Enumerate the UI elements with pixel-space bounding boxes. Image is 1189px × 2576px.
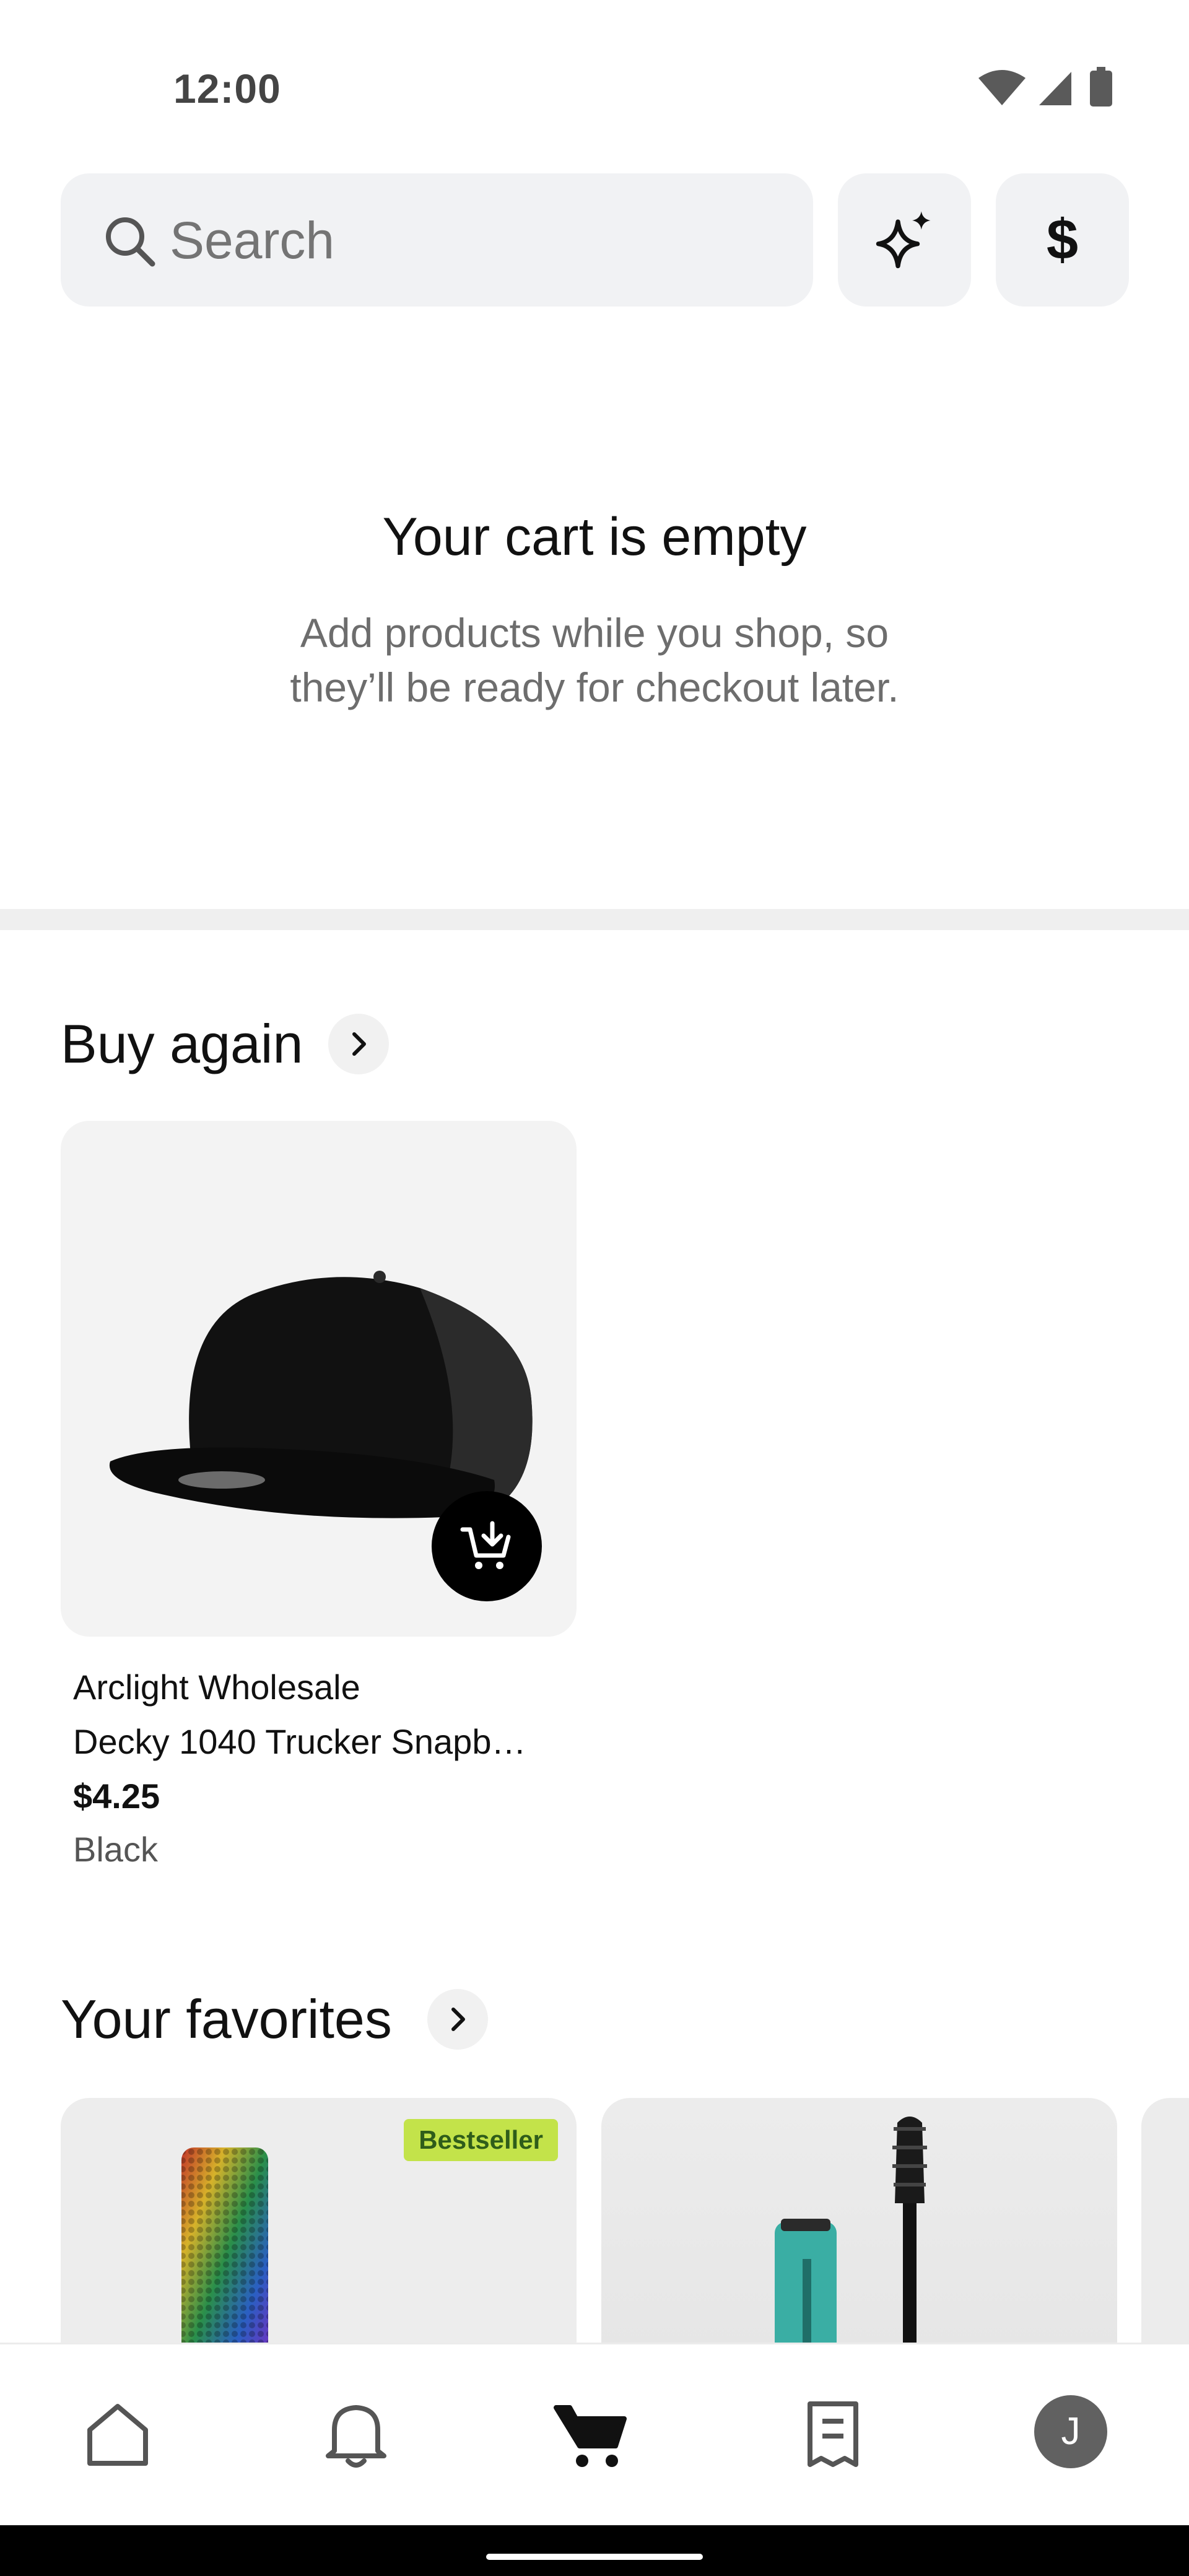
chevron-right-icon bbox=[352, 1032, 366, 1056]
favorite-card[interactable]: Bestseller bbox=[61, 2098, 577, 2358]
empty-cart-title: Your cart is empty bbox=[382, 507, 807, 567]
add-to-cart-icon bbox=[460, 1521, 511, 1569]
section-divider bbox=[0, 909, 1189, 930]
empty-cart-description: Add products while you shop, so they’ll … bbox=[0, 606, 1189, 715]
mascara-image bbox=[775, 2117, 927, 2358]
system-gesture-bar bbox=[0, 2525, 1189, 2576]
magnetic-balls-image bbox=[181, 2147, 268, 2358]
empty-cart-description-line2: they’ll be ready for checkout later. bbox=[290, 664, 899, 710]
ai-assistant-button[interactable] bbox=[838, 173, 971, 307]
currency-label: $ bbox=[1046, 208, 1079, 271]
home-gesture-handle[interactable] bbox=[486, 2554, 703, 2560]
orders-icon bbox=[808, 2401, 858, 2467]
avatar-initial: J bbox=[1061, 2410, 1081, 2453]
bell-icon bbox=[326, 2405, 386, 2468]
battery-icon bbox=[1090, 71, 1112, 107]
favorites-title[interactable]: Your favorites bbox=[61, 1988, 392, 2051]
buy-again-arrow-button[interactable] bbox=[328, 1014, 389, 1074]
add-to-cart-button[interactable] bbox=[432, 1491, 542, 1601]
nav-notifications[interactable] bbox=[316, 2394, 396, 2474]
nav-profile-avatar[interactable]: J bbox=[1034, 2395, 1107, 2468]
favorites-arrow-button[interactable] bbox=[427, 1989, 488, 2050]
favorite-card[interactable] bbox=[601, 2098, 1117, 2358]
cart-icon bbox=[554, 2405, 627, 2467]
product-store-name[interactable]: Arclight Wholesale bbox=[73, 1667, 360, 1707]
bottom-navigation: J bbox=[0, 2343, 1189, 2527]
status-time: 12:00 bbox=[173, 66, 281, 111]
wifi-icon bbox=[978, 70, 1026, 105]
sparkle-icon bbox=[876, 211, 931, 269]
favorite-card[interactable] bbox=[1141, 2098, 1189, 2358]
bestseller-badge: Bestseller bbox=[404, 2119, 558, 2161]
search-placeholder: Search bbox=[170, 211, 335, 269]
product-name[interactable]: Decky 1040 Trucker Snapb… bbox=[73, 1721, 568, 1762]
currency-button[interactable]: $ bbox=[996, 173, 1129, 307]
status-icons bbox=[978, 67, 1112, 107]
nav-orders[interactable] bbox=[793, 2394, 873, 2474]
empty-cart-description-line1: Add products while you shop, so bbox=[300, 610, 889, 656]
buy-again-title[interactable]: Buy again bbox=[61, 1012, 303, 1076]
search-icon bbox=[106, 217, 155, 267]
chevron-right-icon bbox=[451, 2008, 465, 2031]
nav-home[interactable] bbox=[77, 2394, 158, 2474]
nav-cart[interactable] bbox=[551, 2394, 632, 2474]
home-icon bbox=[87, 2404, 148, 2466]
signal-icon bbox=[1039, 72, 1071, 105]
search-input[interactable]: Search bbox=[61, 173, 813, 307]
product-price: $4.25 bbox=[73, 1777, 160, 1816]
product-variant: Black bbox=[73, 1830, 158, 1869]
